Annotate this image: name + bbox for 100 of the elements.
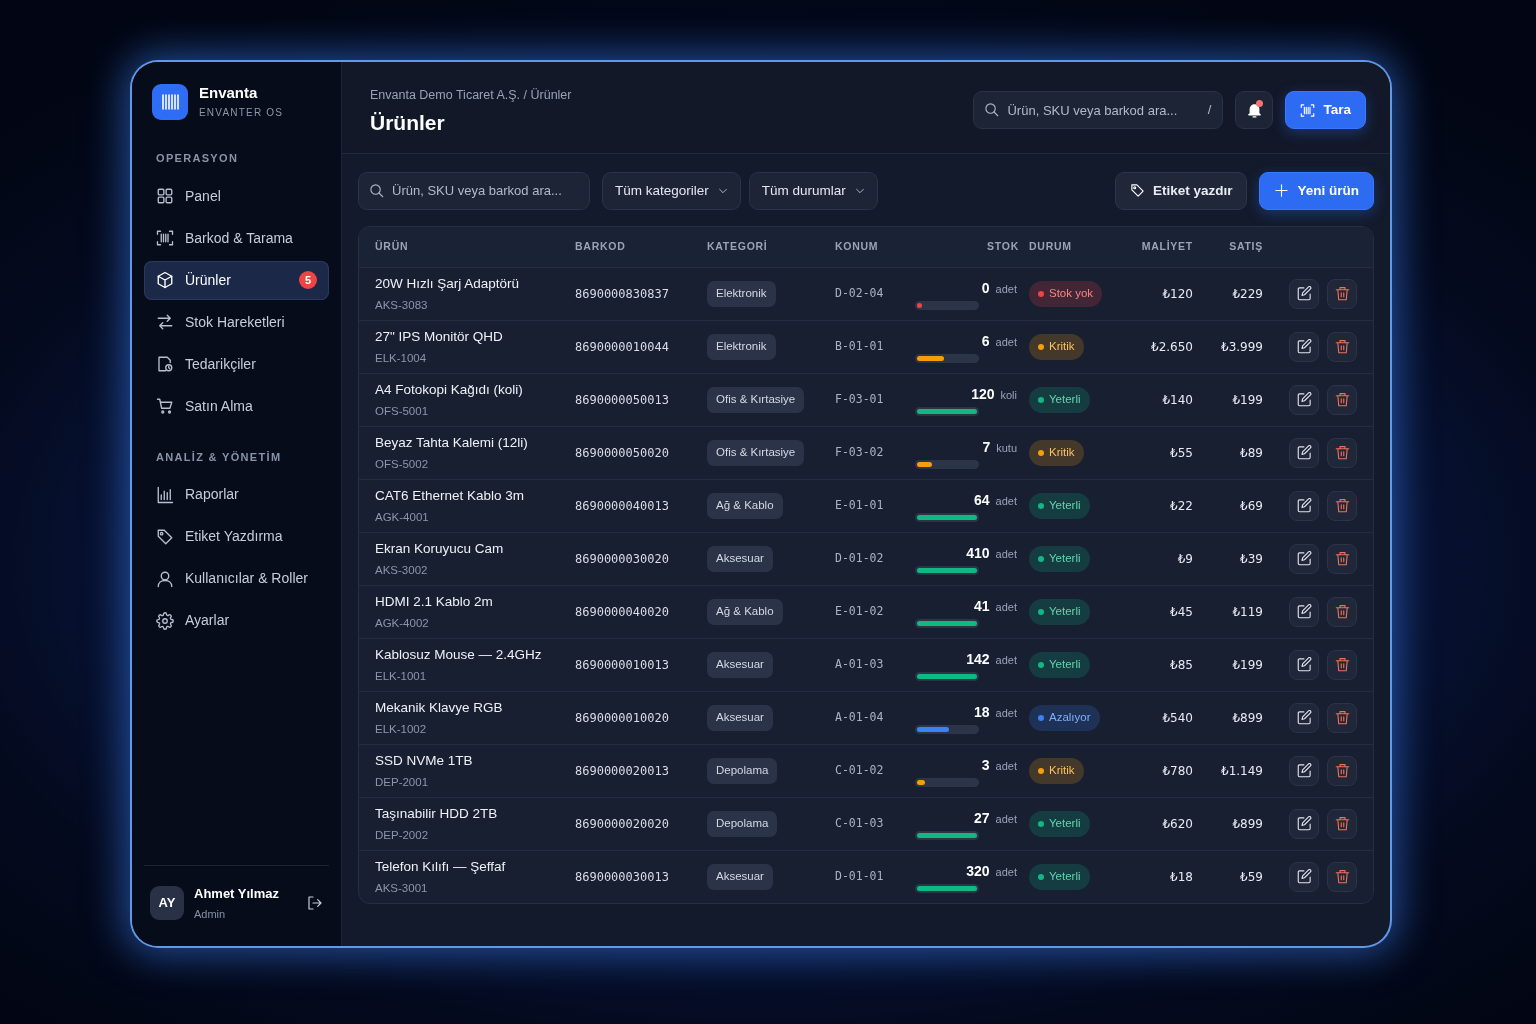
edit-icon: [1296, 339, 1312, 355]
delete-button[interactable]: [1327, 861, 1357, 892]
delete-button[interactable]: [1327, 490, 1357, 521]
delete-button[interactable]: [1327, 596, 1357, 627]
sidebar-item[interactable]: Raporlar: [144, 475, 329, 514]
cost-cell-text: ₺22: [1169, 497, 1193, 515]
category-tag: Elektronik: [707, 281, 776, 307]
edit-button[interactable]: [1289, 755, 1319, 786]
edit-button[interactable]: [1289, 278, 1319, 309]
stock-quantity: 0: [981, 278, 990, 298]
barcode-cell-text: 8690000040020: [575, 603, 670, 621]
shortcut-key: /: [1207, 101, 1212, 120]
plus-icon: [1274, 183, 1290, 199]
search-field[interactable]: Ürün, SKU veya barkod ara...: [358, 171, 590, 210]
product-name: Kablosuz Mouse — 2.4GHz: [375, 645, 543, 664]
stock-quantity: 6: [981, 331, 990, 351]
trash-icon: [1334, 763, 1350, 779]
category-tag: Ağ & Kablo: [707, 599, 783, 625]
sidebar-item[interactable]: Satın Alma: [144, 386, 329, 426]
print-label-button[interactable]: Etiket yazdır: [1114, 171, 1248, 210]
cost-cell-text: ₺45: [1169, 603, 1193, 621]
edit-button[interactable]: [1289, 649, 1319, 680]
filter-dropdown[interactable]: Tüm kategoriler: [602, 171, 741, 210]
sidebar-item[interactable]: Stok Hareketleri: [144, 302, 329, 342]
column-header: BARKOD: [575, 239, 627, 255]
stock-quantity: 41: [974, 596, 990, 616]
edit-button[interactable]: [1289, 437, 1319, 468]
delete-button[interactable]: [1327, 384, 1357, 415]
barcode-cell-text: 8690000020020: [575, 815, 670, 833]
filter-dropdown[interactable]: Tüm durumlar: [748, 171, 878, 210]
price-cell-text: ₺69: [1239, 497, 1263, 515]
stock-quantity: 320: [966, 861, 990, 881]
edit-button[interactable]: [1289, 490, 1319, 521]
product-sku: AKS-3083: [375, 297, 429, 313]
product-name: Taşınabilir HDD 2TB: [375, 804, 499, 823]
category-tag: Aksesuar: [707, 652, 773, 678]
price-cell-text: ₺199: [1231, 391, 1263, 409]
stock-quantity: 142: [966, 649, 990, 669]
edit-icon: [1296, 604, 1312, 620]
sidebar-item[interactable]: Panel: [144, 176, 329, 216]
location-cell-text: B-01-01: [835, 338, 885, 356]
delete-button[interactable]: [1327, 702, 1357, 733]
stock-unit: adet: [995, 705, 1017, 721]
category-tag: Aksesuar: [707, 864, 773, 890]
cart-icon: [156, 397, 174, 415]
tag-icon: [1129, 183, 1145, 199]
price-cell-text: ₺199: [1231, 656, 1263, 674]
trash-icon: [1334, 657, 1350, 673]
logout-icon[interactable]: [307, 895, 323, 911]
grid-icon: [156, 187, 174, 205]
barcode-cell-text: 8690000030020: [575, 550, 670, 568]
stock-unit: adet: [995, 493, 1017, 509]
delete-button[interactable]: [1327, 808, 1357, 839]
delete-button[interactable]: [1327, 437, 1357, 468]
edit-button[interactable]: [1289, 861, 1319, 892]
edit-button[interactable]: [1289, 808, 1319, 839]
price-cell-text: ₺89: [1239, 444, 1263, 462]
new-product-button[interactable]: Yeni ürün: [1259, 171, 1374, 210]
notifications-button[interactable]: [1235, 91, 1274, 130]
brand-name: Envanta: [199, 84, 259, 102]
cost-cell-text: ₺9: [1176, 550, 1193, 568]
delete-button[interactable]: [1327, 543, 1357, 574]
sidebar-item[interactable]: Ürünler 5: [144, 260, 329, 300]
category-tag: Aksesuar: [707, 546, 773, 572]
sidebar-item[interactable]: Barkod & Tarama: [144, 218, 329, 258]
location-cell-text: E-01-01: [835, 497, 885, 515]
barcode-cell-text: 8690000050020: [575, 444, 670, 462]
delete-button[interactable]: [1327, 278, 1357, 309]
delete-button[interactable]: [1327, 649, 1357, 680]
status-text: Kritik: [1049, 339, 1075, 355]
price-cell-text: ₺3.999: [1220, 338, 1263, 356]
scan-button[interactable]: Tara: [1285, 91, 1366, 130]
barcode-scan-icon: [156, 229, 174, 247]
trash-icon: [1334, 869, 1350, 885]
location-cell-text: A-01-03: [835, 656, 885, 674]
product-name: HDMI 2.1 Kablo 2m: [375, 592, 494, 611]
edit-icon: [1296, 869, 1312, 885]
cost-cell-text: ₺55: [1169, 444, 1193, 462]
scan-icon: [1300, 102, 1316, 118]
sidebar-item[interactable]: Etiket Yazdırma: [144, 517, 329, 556]
edit-icon: [1296, 392, 1312, 408]
edit-button[interactable]: [1289, 543, 1319, 574]
category-tag: Ağ & Kablo: [707, 493, 783, 519]
product-name: Ekran Koruyucu Cam: [375, 539, 505, 558]
trash-icon: [1334, 604, 1350, 620]
status-text: Kritik: [1049, 763, 1075, 779]
sidebar-item[interactable]: Kullanıcılar & Roller: [144, 559, 329, 598]
sidebar-item[interactable]: Tedarikçiler: [144, 344, 329, 384]
edit-button[interactable]: [1289, 596, 1319, 627]
stock-unit: adet: [995, 758, 1017, 774]
column-header: ÜRÜN: [375, 239, 410, 255]
location-cell-text: C-01-02: [835, 762, 885, 780]
delete-button[interactable]: [1327, 755, 1357, 786]
sidebar-item[interactable]: Ayarlar: [144, 601, 329, 640]
edit-button[interactable]: [1289, 702, 1319, 733]
edit-button[interactable]: [1289, 331, 1319, 362]
edit-button[interactable]: [1289, 384, 1319, 415]
delete-button[interactable]: [1327, 331, 1357, 362]
settings-icon: [156, 611, 174, 630]
stock-unit: adet: [995, 599, 1017, 615]
